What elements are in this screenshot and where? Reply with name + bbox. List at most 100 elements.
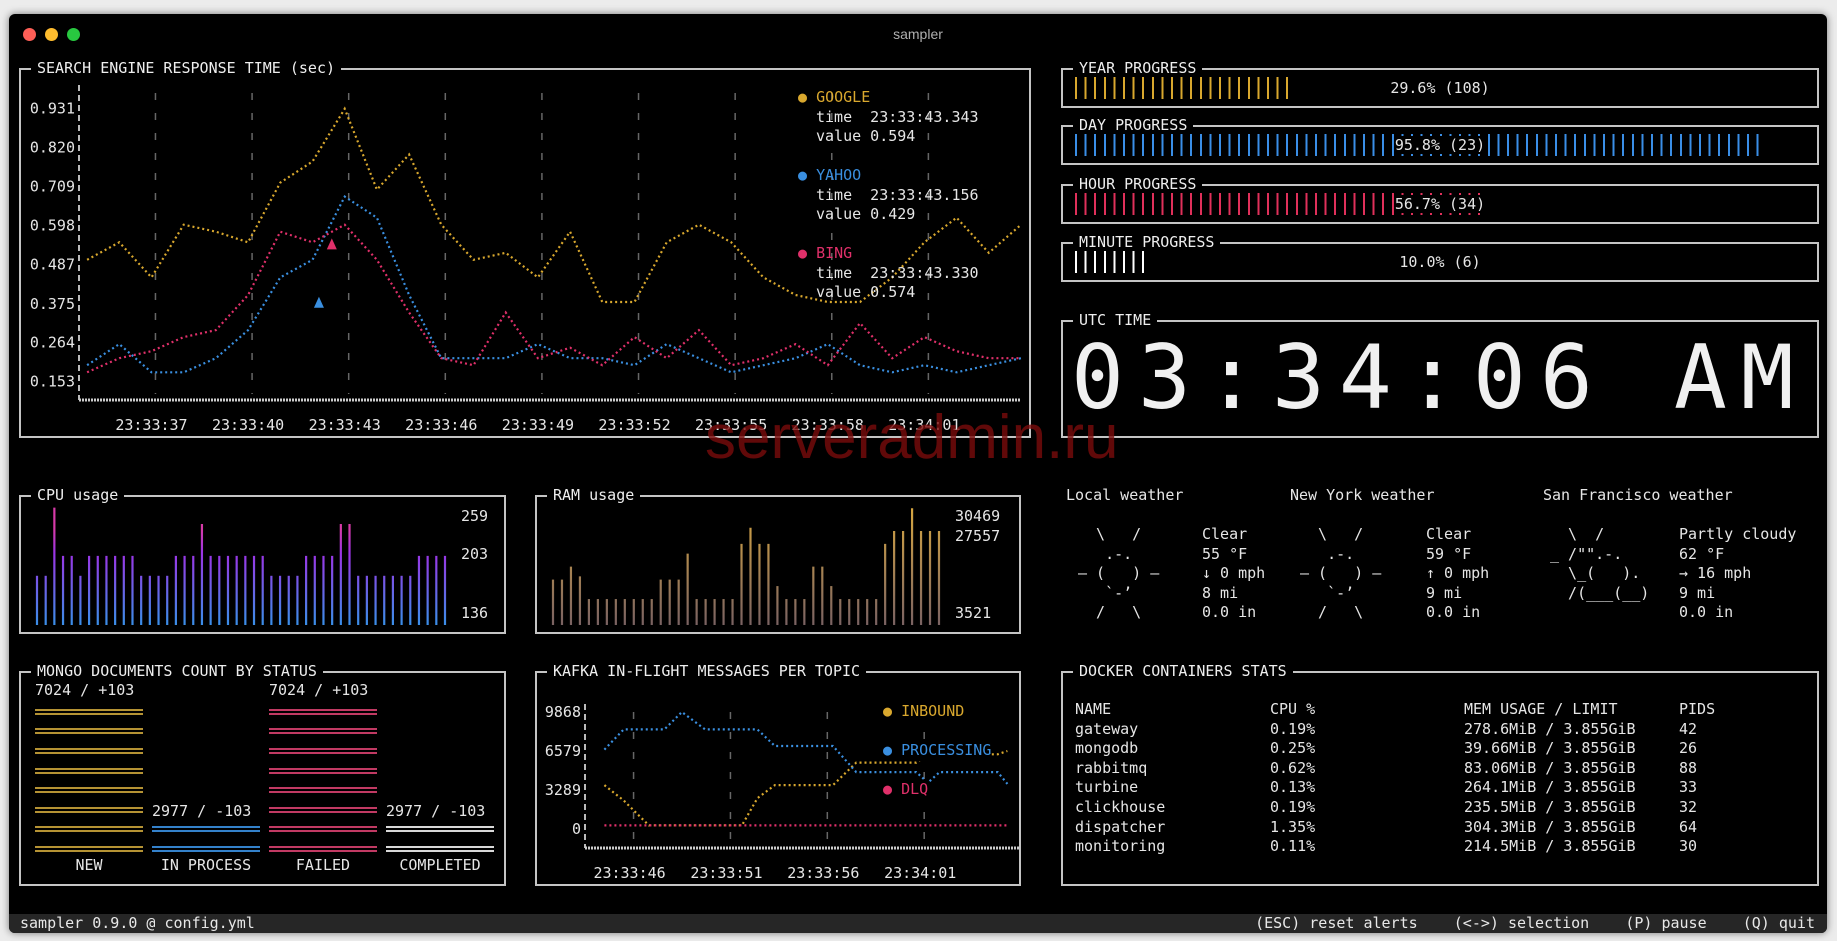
legend-dot-icon: ●	[798, 166, 817, 184]
legend-time: time 23:33:43.343	[816, 107, 979, 126]
legend-value: value 0.594	[816, 127, 916, 145]
count-bar-segment	[386, 826, 494, 833]
table-cell: 26	[1679, 739, 1698, 758]
legend-value: value 0.574	[816, 283, 916, 301]
count-bar-segment	[269, 787, 377, 794]
table-cell: 32	[1679, 798, 1698, 816]
legend-bing: ● BING	[798, 244, 852, 264]
y-tick-label: 0.709	[30, 177, 75, 195]
value-label: 203	[461, 545, 488, 563]
progress-label: 95.8% (23)	[1393, 136, 1487, 154]
legend-dot-icon: ●	[883, 780, 902, 798]
status-name: NEW	[75, 856, 103, 874]
count-label: 2977 / -103	[152, 801, 252, 820]
progress-label: 10.0% (6)	[1398, 253, 1482, 271]
count-bar-segment	[269, 728, 377, 735]
weather-detail: 0.0 in	[1679, 603, 1734, 621]
count-bar-segment	[35, 787, 143, 794]
x-tick-label: 23:33:46	[593, 864, 665, 882]
weather-detail: ↓ 0 mph	[1202, 564, 1266, 582]
weather-detail: ↑ 0 mph	[1426, 564, 1490, 582]
x-tick-label: 23:33:40	[212, 416, 284, 434]
table-cell: 0.11%	[1270, 837, 1316, 856]
x-tick-label: 23:33:51	[690, 864, 762, 882]
weather-detail: Partly cloudy	[1679, 525, 1797, 543]
weather-detail: 55 °F	[1202, 544, 1248, 563]
x-tick-label: 23:34:01	[884, 864, 956, 882]
panel-title: HOUR PROGRESS	[1073, 175, 1203, 194]
column-header: MEM USAGE / LIMIT	[1464, 700, 1618, 718]
count-bar-segment	[35, 767, 143, 774]
weather-detail: 9 mi	[1426, 583, 1463, 602]
x-tick-label: 23:34:01	[888, 416, 960, 434]
column-header: PIDS	[1679, 700, 1716, 718]
table-cell: 88	[1679, 758, 1698, 777]
x-tick-label: 23:33:56	[787, 864, 859, 882]
weather-detail: → 16 mph	[1679, 564, 1752, 582]
count-label: 7024 / +103	[35, 681, 135, 699]
weather-detail: 9 mi	[1679, 583, 1716, 602]
ram-usage-panel: RAM usage 30469 27557 3521	[535, 486, 1021, 634]
table-cell: 264.1MiB / 3.855GiB	[1464, 778, 1636, 797]
column-header: CPU %	[1270, 700, 1316, 718]
count-bar-segment	[269, 846, 377, 852]
weather-detail: 62 °F	[1679, 544, 1725, 563]
table-cell: 42	[1679, 719, 1698, 738]
weather-detail: 8 mi	[1202, 583, 1239, 602]
progress-panel-day: DAY PROGRESS 95.8% (23)	[1061, 116, 1819, 165]
terminal-window: sampler SEARCH ENGINE RESPONSE TIME (sec…	[9, 14, 1827, 933]
value-label: 3521	[955, 604, 991, 622]
table-cell: 0.13%	[1270, 778, 1316, 797]
utc-time-display: 03:34:06 AM	[1071, 326, 1808, 429]
table-cell: turbine	[1075, 778, 1139, 797]
status-name: FAILED	[295, 856, 351, 874]
x-tick-label: 23:33:52	[598, 416, 670, 434]
count-label: 2977 / -103	[386, 801, 486, 820]
y-tick-label: 3289	[545, 781, 581, 799]
mongo-documents-panel: MONGO DOCUMENTS COUNT BY STATUS 7024 / +…	[19, 662, 506, 886]
table-cell: 235.5MiB / 3.855GiB	[1464, 798, 1636, 816]
status-bar: sampler 0.9.0 @ config.yml (ESC) reset a…	[9, 914, 1827, 933]
y-tick-label: 0.375	[30, 295, 75, 313]
value-label: 27557	[955, 527, 1000, 545]
table-cell: 33	[1679, 778, 1698, 797]
table-cell: dispatcher	[1075, 817, 1166, 836]
y-tick-label: 0.598	[30, 216, 75, 234]
legend-series-name: INBOUND	[901, 702, 965, 720]
weather-detail: 59 °F	[1426, 544, 1472, 563]
x-tick-label: 23:33:58	[792, 416, 864, 434]
weather-icon-ascii: \ / _ /"".-. \_( ). /(___(__)	[1550, 525, 1650, 602]
count-bar-segment	[35, 748, 143, 754]
table-cell: 39.66MiB / 3.855GiB	[1464, 739, 1636, 758]
column-header: NAME	[1075, 700, 1112, 718]
table-cell: 1.35%	[1270, 817, 1316, 836]
x-tick-label: 23:33:49	[502, 416, 574, 434]
progress-label-wrap: 29.6% (108)	[1063, 77, 1817, 99]
count-bar-segment	[269, 826, 377, 833]
table-cell: rabbitmq	[1075, 758, 1148, 777]
y-tick-label: 0.931	[30, 99, 75, 117]
legend-time: time 23:33:43.330	[816, 263, 979, 282]
x-tick-label: 23:33:55	[695, 416, 767, 434]
progress-label-wrap: 95.8% (23)	[1063, 134, 1817, 156]
docker-stats-panel: DOCKER CONTAINERS STATS NAME CPU % MEM USA…	[1061, 662, 1819, 886]
legend-dot-icon: ●	[798, 88, 817, 106]
progress-label-wrap: 10.0% (6)	[1063, 251, 1817, 273]
window-title: sampler	[893, 26, 943, 42]
legend-dot-icon: ●	[883, 702, 902, 720]
series-line-inbound	[603, 749, 1008, 827]
panel-title: DAY PROGRESS	[1073, 116, 1194, 135]
count-bar-segment	[152, 826, 260, 833]
legend-google: ● GOOGLE	[798, 88, 870, 108]
y-tick-label: 0.820	[30, 138, 75, 156]
table-cell: 0.19%	[1270, 798, 1316, 816]
x-tick-label: 23:33:46	[405, 416, 477, 434]
status-name: COMPLETED	[399, 856, 481, 874]
x-tick-label: 23:33:43	[309, 416, 381, 434]
weather-title: San Francisco weather	[1543, 486, 1733, 504]
panel-title: DOCKER CONTAINERS STATS	[1073, 662, 1293, 681]
legend-series-name: YAHOO	[816, 166, 862, 184]
table-cell: 304.3MiB / 3.855GiB	[1464, 817, 1636, 836]
y-tick-label: 0	[572, 820, 581, 838]
progress-label: 56.7% (34)	[1393, 195, 1487, 213]
